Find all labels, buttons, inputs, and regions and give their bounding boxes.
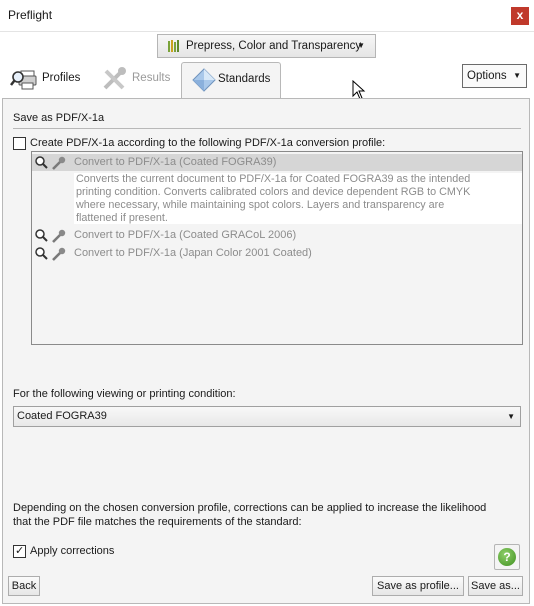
magnifier-wrench-icon [35, 229, 66, 243]
condition-select[interactable]: Coated FOGRA39 ▼ [13, 406, 521, 427]
close-button[interactable]: x [511, 7, 529, 25]
options-button[interactable]: Options ▼ [462, 64, 527, 88]
description-line: Converts the current document to PDF/X-1… [76, 173, 471, 185]
save-as-button[interactable]: Save as... [468, 576, 523, 596]
apply-corrections-label: Apply corrections [30, 545, 115, 557]
conversion-profile-list[interactable]: Convert to PDF/X-1a (Coated FOGRA39) Con… [31, 151, 523, 345]
list-item[interactable]: Convert to PDF/X-1a (Japan Color 2001 Co… [32, 245, 522, 262]
window-title: Preflight [8, 8, 53, 22]
section-divider [13, 128, 521, 129]
conversion-profile-name: Convert to PDF/X-1a (Japan Color 2001 Co… [74, 247, 312, 259]
note-line: Depending on the chosen conversion profi… [13, 502, 487, 514]
list-item[interactable]: Convert to PDF/X-1a (Coated FOGRA39) Con… [32, 154, 522, 226]
conversion-profile-name: Convert to PDF/X-1a (Coated GRACoL 2006) [74, 229, 297, 241]
chevron-down-icon: ▼ [357, 41, 365, 50]
apply-corrections-checkbox[interactable]: ✓ [13, 545, 26, 558]
back-button[interactable]: Back [8, 576, 40, 596]
conversion-profile-name: Convert to PDF/X-1a (Coated FOGRA39) [74, 156, 277, 168]
condition-label: For the following viewing or printing co… [13, 388, 236, 400]
help-icon: ? [498, 548, 516, 566]
description-line: where necessary, while maintaining spot … [76, 199, 445, 211]
profile-selector-dropdown[interactable]: Prepress, Color and Transparency ▼ [157, 34, 376, 58]
section-heading: Save as PDF/X-1a [13, 112, 105, 124]
help-button[interactable]: ? [494, 544, 520, 570]
chevron-down-icon: ▼ [513, 71, 521, 80]
description-line: printing condition. Converts calibrated … [76, 186, 471, 198]
magnifier-printer-icon [10, 70, 37, 90]
tab-profiles-label: Profiles [42, 72, 81, 84]
tab-results[interactable]: Results [100, 62, 180, 98]
diamond-icon [192, 68, 216, 92]
tab-profiles[interactable]: Profiles [10, 62, 92, 98]
save-as-profile-button[interactable]: Save as profile... [372, 576, 464, 596]
bars-chart-icon [168, 40, 179, 52]
profile-selector-value: Prepress, Color and Transparency [186, 40, 362, 52]
title-bar: Preflight x [0, 0, 534, 32]
note-line: that the PDF file matches the requiremen… [13, 515, 302, 528]
mouse-pointer-icon [352, 80, 366, 100]
checkmark-icon: ✓ [15, 545, 25, 557]
tab-results-label: Results [132, 72, 171, 84]
conversion-profile-description: Converts the current document to PDF/X-1… [74, 173, 522, 224]
tab-standards[interactable]: Standards [181, 62, 281, 99]
create-pdfx-checkbox[interactable] [13, 137, 26, 150]
tab-standards-label: Standards [218, 73, 271, 85]
description-line: flattened if present. [76, 212, 168, 224]
corrections-note: Depending on the chosen conversion profi… [13, 502, 525, 529]
create-pdfx-label: Create PDF/X-1a according to the followi… [30, 137, 386, 149]
options-label: Options [467, 70, 507, 82]
magnifier-wrench-icon [35, 156, 66, 170]
chevron-down-icon: ▼ [507, 412, 515, 421]
wrench-cross-icon [103, 67, 126, 90]
magnifier-wrench-icon [35, 247, 66, 261]
list-item[interactable]: Convert to PDF/X-1a (Coated GRACoL 2006) [32, 227, 522, 244]
condition-select-value: Coated FOGRA39 [17, 410, 107, 422]
